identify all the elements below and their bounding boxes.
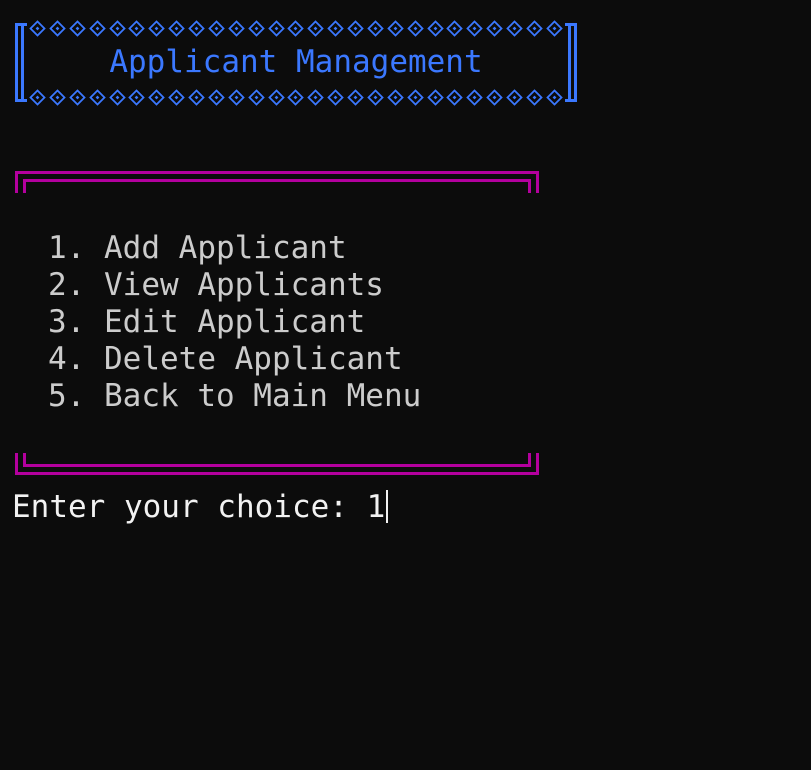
text-cursor xyxy=(386,490,389,523)
diamond-replacement-glyph-icon xyxy=(367,88,384,106)
diamond-replacement-glyph-icon xyxy=(406,19,424,37)
diamond-replacement-glyph-icon xyxy=(287,88,305,106)
menu-item-label: Add Applicant xyxy=(104,230,347,266)
diamond-replacement-glyph-icon xyxy=(327,19,344,37)
diamond-replacement-glyph-icon xyxy=(108,88,126,106)
page-title: Applicant Management xyxy=(109,44,483,80)
diamond-replacement-glyph-icon xyxy=(526,19,543,37)
diamond-replacement-glyph-icon xyxy=(188,88,205,106)
menu-item-add-applicant: 1. Add Applicant xyxy=(48,230,347,267)
diamond-replacement-glyph-icon xyxy=(506,19,523,37)
diamond-replacement-glyph-icon xyxy=(29,19,46,37)
menu-item-number: 1. xyxy=(48,230,86,266)
diamond-replacement-glyph-icon xyxy=(108,19,126,37)
menu-item-back-to-main-menu: 5. Back to Main Menu xyxy=(48,378,421,415)
diamond-replacement-glyph-icon xyxy=(347,88,364,106)
diamond-replacement-glyph-icon xyxy=(49,19,66,37)
diamond-replacement-glyph-icon xyxy=(446,88,464,106)
diamond-replacement-glyph-icon xyxy=(486,19,503,37)
menu-item-label: View Applicants xyxy=(104,267,384,303)
diamond-replacement-glyph-icon xyxy=(88,19,106,37)
diamond-replacement-glyph-icon xyxy=(327,88,344,106)
diamond-replacement-glyph-icon xyxy=(208,88,225,106)
diamond-replacement-glyph-icon xyxy=(307,88,325,106)
terminal-window[interactable]: Applicant Management 1. Add Applicant 2.… xyxy=(0,0,811,770)
diamond-replacement-glyph-icon xyxy=(446,19,464,37)
diamond-replacement-glyph-icon xyxy=(367,19,384,37)
diamond-replacement-glyph-icon xyxy=(287,19,305,37)
menu-item-edit-applicant: 3. Edit Applicant xyxy=(48,304,365,341)
menu-frame-top xyxy=(15,171,539,193)
menu-item-label: Back to Main Menu xyxy=(104,378,422,414)
header-top-ornament-row xyxy=(29,19,563,37)
menu-frame-bottom xyxy=(15,453,539,475)
diamond-replacement-glyph-icon xyxy=(247,19,265,37)
diamond-replacement-glyph-icon xyxy=(148,19,166,37)
menu-item-label: Delete Applicant xyxy=(104,341,403,377)
diamond-replacement-glyph-icon xyxy=(545,19,563,37)
menu-item-label: Edit Applicant xyxy=(104,304,366,340)
diamond-replacement-glyph-icon xyxy=(68,19,86,37)
diamond-replacement-glyph-icon xyxy=(545,88,563,106)
diamond-replacement-glyph-icon xyxy=(128,88,146,106)
menu-item-number: 3. xyxy=(48,304,86,340)
diamond-replacement-glyph-icon xyxy=(506,88,523,106)
diamond-replacement-glyph-icon xyxy=(466,88,484,106)
diamond-replacement-glyph-icon xyxy=(486,88,503,106)
menu-item-view-applicants: 2. View Applicants xyxy=(48,267,384,304)
diamond-replacement-glyph-icon xyxy=(426,88,444,106)
diamond-replacement-glyph-icon xyxy=(307,19,325,37)
diamond-replacement-glyph-icon xyxy=(267,88,285,106)
choice-prompt-label: Enter your choice: xyxy=(12,489,367,525)
diamond-replacement-glyph-icon xyxy=(168,88,185,106)
diamond-replacement-glyph-icon xyxy=(168,19,185,37)
header-box: Applicant Management xyxy=(15,19,577,106)
diamond-replacement-glyph-icon xyxy=(526,88,543,106)
diamond-replacement-glyph-icon xyxy=(386,19,404,37)
header-bottom-ornament-row xyxy=(29,88,563,106)
choice-prompt[interactable]: Enter your choice: 1 xyxy=(12,489,389,526)
diamond-replacement-glyph-icon xyxy=(426,19,444,37)
diamond-replacement-glyph-icon xyxy=(148,88,166,106)
choice-input[interactable]: 1 xyxy=(367,489,386,525)
diamond-replacement-glyph-icon xyxy=(267,19,285,37)
menu-item-delete-applicant: 4. Delete Applicant xyxy=(48,341,403,378)
diamond-replacement-glyph-icon xyxy=(386,88,404,106)
diamond-replacement-glyph-icon xyxy=(347,19,364,37)
menu-item-number: 2. xyxy=(48,267,86,303)
diamond-replacement-glyph-icon xyxy=(68,88,86,106)
diamond-replacement-glyph-icon xyxy=(208,19,225,37)
diamond-replacement-glyph-icon xyxy=(188,19,205,37)
diamond-replacement-glyph-icon xyxy=(29,88,46,106)
diamond-replacement-glyph-icon xyxy=(406,88,424,106)
diamond-replacement-glyph-icon xyxy=(247,88,265,106)
diamond-replacement-glyph-icon xyxy=(49,88,66,106)
diamond-replacement-glyph-icon xyxy=(466,19,484,37)
menu-item-number: 5. xyxy=(48,378,86,414)
diamond-replacement-glyph-icon xyxy=(227,88,245,106)
diamond-replacement-glyph-icon xyxy=(128,19,146,37)
menu-item-number: 4. xyxy=(48,341,86,377)
diamond-replacement-glyph-icon xyxy=(88,88,106,106)
diamond-replacement-glyph-icon xyxy=(227,19,245,37)
